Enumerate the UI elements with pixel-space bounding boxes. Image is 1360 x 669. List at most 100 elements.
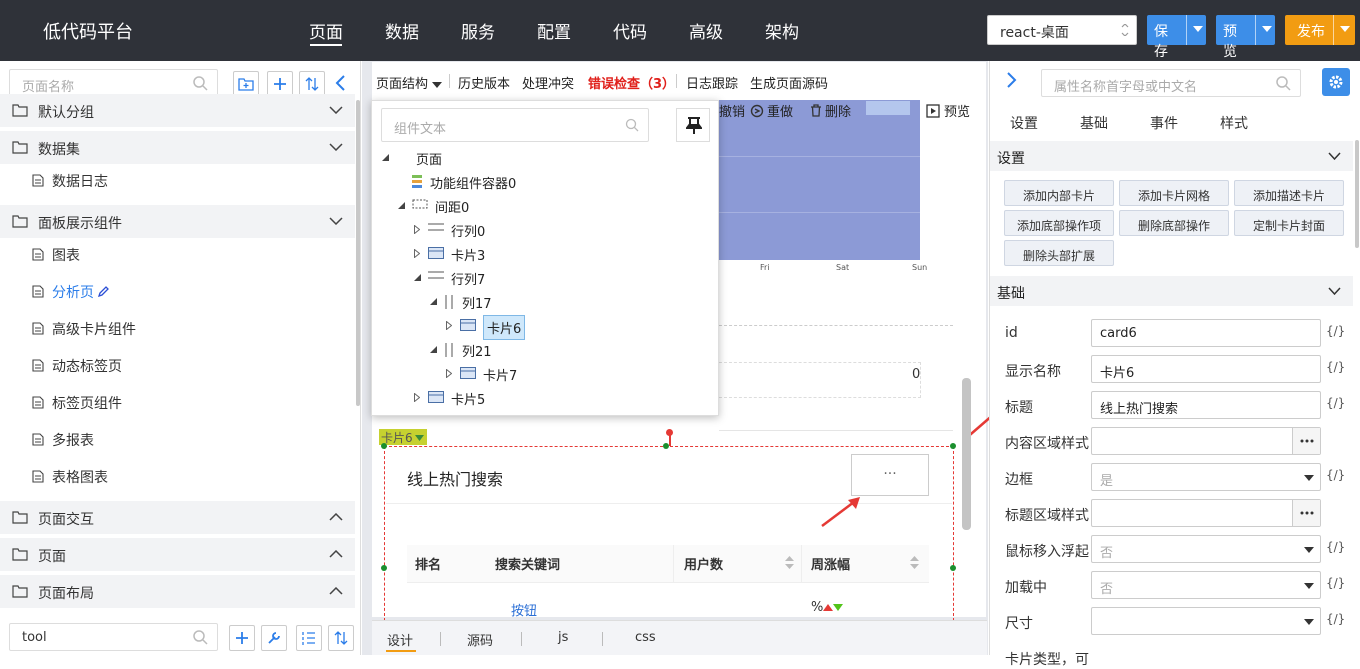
resolve-conflict-link[interactable]: 处理冲突 <box>522 73 574 92</box>
sort-icon[interactable] <box>910 556 919 569</box>
expanded-triangle-icon[interactable] <box>414 274 421 281</box>
group-row[interactable]: 数据集 <box>0 131 355 164</box>
sort-icon[interactable] <box>785 556 794 569</box>
property-input[interactable] <box>1091 499 1321 527</box>
tab-settings[interactable]: 设置 <box>1010 113 1038 133</box>
rotate-handle[interactable] <box>666 429 673 436</box>
expression-toggle[interactable]: {/} <box>1326 540 1345 554</box>
group-row[interactable]: 默认分组 <box>0 94 355 127</box>
tab-events[interactable]: 事件 <box>1150 113 1178 133</box>
property-settings-button[interactable] <box>1322 68 1350 96</box>
save-dropdown-caret-icon[interactable] <box>1185 15 1206 45</box>
expression-toggle[interactable]: {/} <box>1326 576 1345 590</box>
list-sort-button[interactable] <box>296 625 322 651</box>
search-icon[interactable] <box>1276 76 1291 91</box>
collapsed-triangle-icon[interactable] <box>414 249 420 258</box>
action-button[interactable]: 删除底部操作 <box>1119 210 1229 236</box>
generate-source-link[interactable]: 生成页面源码 <box>750 73 828 92</box>
nav-page[interactable]: 页面 <box>309 18 343 43</box>
group-row[interactable]: 页面布局 <box>0 575 355 608</box>
expanded-triangle-icon[interactable] <box>430 298 437 305</box>
property-search-input[interactable]: 属性名称首字母或中文名 <box>1041 69 1301 97</box>
delete-button[interactable]: 删除 <box>810 101 851 120</box>
more-options-button[interactable] <box>1292 428 1320 454</box>
page-list-item[interactable]: 分析页 <box>0 276 355 306</box>
save-button[interactable]: 保存 <box>1147 15 1206 60</box>
tree-node[interactable]: 功能组件容器0 <box>372 169 712 193</box>
property-input[interactable]: card6 <box>1091 319 1321 347</box>
history-version-link[interactable]: 历史版本 <box>458 73 510 92</box>
expanded-triangle-icon[interactable] <box>430 346 437 353</box>
nav-architecture[interactable]: 架构 <box>765 18 799 43</box>
page-list-item[interactable]: 高级卡片组件 <box>0 313 355 343</box>
tree-node[interactable]: 列21 <box>372 337 712 361</box>
component-sort-button[interactable] <box>328 625 354 651</box>
resize-handle[interactable] <box>950 565 956 571</box>
publish-button[interactable]: 发布 <box>1285 15 1355 45</box>
chevron-up-icon[interactable] <box>329 587 343 595</box>
expression-toggle[interactable]: {/} <box>1326 468 1345 482</box>
nav-code[interactable]: 代码 <box>613 18 647 43</box>
collapse-right-panel-icon[interactable] <box>1005 72 1017 88</box>
tree-node[interactable]: 卡片3 <box>372 241 712 265</box>
action-button[interactable]: 添加内部卡片 <box>1004 180 1114 206</box>
nav-service[interactable]: 服务 <box>461 18 495 43</box>
action-button[interactable]: 定制卡片封面 <box>1234 210 1344 236</box>
tool-settings-button[interactable] <box>261 625 287 651</box>
chevron-down-icon[interactable] <box>329 106 343 114</box>
tree-node[interactable]: 行列7 <box>372 265 712 289</box>
redo-button[interactable]: 重做 <box>750 101 793 120</box>
action-button[interactable]: 添加卡片网格 <box>1119 180 1229 206</box>
resize-handle[interactable] <box>950 443 956 449</box>
component-search-input[interactable]: tool <box>9 623 218 651</box>
resize-handle[interactable] <box>663 443 669 449</box>
card-more-button[interactable]: ··· <box>851 454 929 496</box>
expression-toggle[interactable]: {/} <box>1326 612 1345 626</box>
resize-handle[interactable] <box>381 443 387 449</box>
environment-select[interactable]: react-桌面 <box>987 15 1137 45</box>
collapsed-triangle-icon[interactable] <box>414 225 420 234</box>
tree-node[interactable]: 卡片7 <box>372 361 712 385</box>
preview-dropdown-caret-icon[interactable] <box>1254 15 1275 45</box>
nav-advanced[interactable]: 高级 <box>689 18 723 43</box>
chevron-down-icon[interactable] <box>329 143 343 151</box>
error-check-link[interactable]: 错误检查（3） <box>588 73 675 92</box>
page-structure-menu[interactable]: 页面结构 <box>376 73 443 92</box>
tree-node[interactable]: 列17 <box>372 289 712 313</box>
page-name-search-input[interactable]: 页面名称 <box>9 69 218 97</box>
group-row[interactable]: 页面交互 <box>0 501 355 534</box>
nav-config[interactable]: 配置 <box>537 18 571 43</box>
tree-node[interactable]: 页面 <box>372 145 712 169</box>
action-button[interactable]: 删除头部扩展 <box>1004 240 1114 266</box>
property-select[interactable]: 否 <box>1091 535 1321 563</box>
tab-css[interactable]: css <box>635 630 656 645</box>
basic-section-header[interactable]: 基础 <box>990 276 1353 306</box>
pencil-icon[interactable] <box>98 286 109 297</box>
page-list-item[interactable]: 多报表 <box>0 424 355 454</box>
preview-button[interactable]: 预览 <box>1216 15 1275 60</box>
search-icon[interactable] <box>193 76 208 91</box>
page-list-item[interactable]: 表格图表 <box>0 461 355 491</box>
page-list-item[interactable]: 标签页组件 <box>0 387 355 417</box>
chevron-down-icon[interactable] <box>329 217 343 225</box>
group-row[interactable]: 面板展示组件 <box>0 205 355 238</box>
keyword-link[interactable]: 按钮 <box>511 600 537 619</box>
expression-toggle[interactable]: {/} <box>1326 360 1345 374</box>
page-list-item[interactable]: 图表 <box>0 239 355 269</box>
expanded-triangle-icon[interactable] <box>398 202 405 209</box>
tree-node[interactable]: 间距0 <box>372 193 712 217</box>
settings-section-header[interactable]: 设置 <box>990 141 1353 171</box>
log-trace-link[interactable]: 日志跟踪 <box>686 73 738 92</box>
more-options-button[interactable] <box>1292 500 1320 526</box>
selected-component-tag[interactable]: 卡片6 <box>379 429 427 445</box>
property-select[interactable]: 否 <box>1091 571 1321 599</box>
property-input[interactable] <box>1091 427 1321 455</box>
property-panel-scrollbar[interactable] <box>1355 140 1359 248</box>
tree-node[interactable]: 卡片6 <box>372 313 712 340</box>
tab-design[interactable]: 设计 <box>387 630 413 649</box>
canvas-scrollbar[interactable] <box>962 378 971 530</box>
left-panel-scrollbar[interactable] <box>356 100 360 406</box>
collapse-panel-icon[interactable] <box>335 75 347 91</box>
property-select[interactable] <box>1091 607 1321 635</box>
collapsed-triangle-icon[interactable] <box>446 369 452 378</box>
